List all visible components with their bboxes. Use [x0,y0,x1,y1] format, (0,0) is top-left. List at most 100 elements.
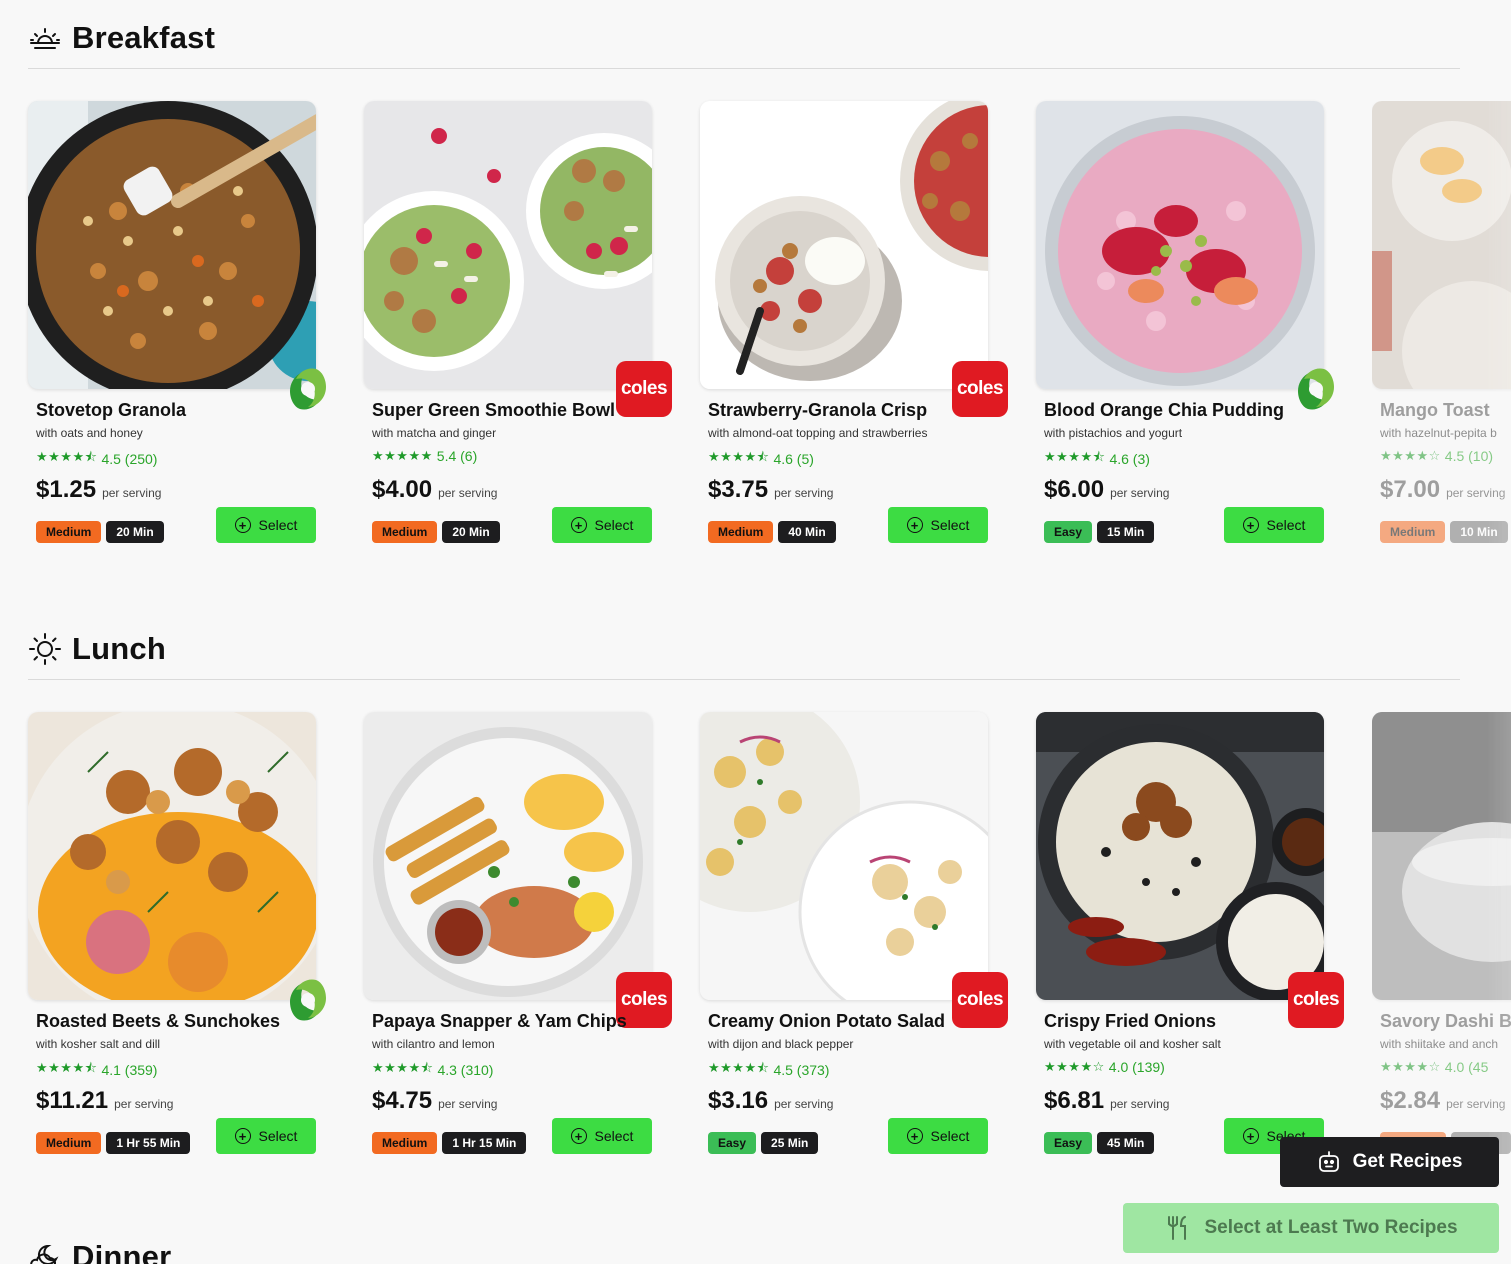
select-label: Select [594,1128,634,1144]
time-badge: 45 Min [1097,1132,1155,1154]
recipe-name[interactable]: Roasted Beets & Sunchokes [36,1011,280,1032]
select-button[interactable]: + Select [888,507,988,543]
recipe-subtitle: with vegetable oil and kosher salt [1044,1037,1221,1051]
plus-circle-icon: + [234,517,251,533]
rating-value: 4.3 (310) [437,1062,494,1078]
price-value: $4.00 [372,476,433,503]
recipe-price: $6.00 per serving [1044,476,1169,504]
recipe-rating: ★★★★☆ 4.5 (10) [1380,448,1493,464]
recipe-image [364,101,652,389]
recipe-card[interactable]: coles Papaya Snapper & Yam Chips with ci… [364,712,672,1172]
recipe-card[interactable]: Stovetop Granola with oats and honey ★★★… [28,101,326,561]
rating-value: 4.6 (3) [1109,451,1150,467]
sunrise-icon [30,28,60,49]
recipe-rating: ★★★★⯪ 4.5 (250) [36,448,157,470]
star-rating-icon: ★★★★⯪ [36,449,98,464]
recipe-image [28,101,316,389]
star-rating-icon: ★★★★☆ [1044,1059,1105,1074]
recipe-tags: Medium 10 Min [1380,521,1508,543]
recipe-name[interactable]: Stovetop Granola [36,400,186,421]
recipe-tags: Medium 1 Hr 55 Min [36,1132,191,1154]
recipe-card[interactable]: coles Creamy Onion Potato Salad with dij… [700,712,1008,1172]
recipe-card[interactable]: Savory Dashi B with shiitake and anch ★★… [1372,712,1511,1172]
recipe-card[interactable]: Mango Toast with hazelnut-pepita b ★★★★☆… [1372,101,1511,561]
recipe-subtitle: with shiitake and anch [1380,1037,1499,1051]
rating-value: 4.6 (5) [773,451,814,467]
recipe-price: $3.16 per serving [708,1087,833,1115]
fork-knife-icon [1168,1216,1187,1240]
recipe-price: $4.00 per serving [372,476,497,504]
meal-planner-page: Breakfast Stovetop Granola with oats and… [0,0,1511,1264]
recipe-tags: Medium 40 Min [708,521,836,543]
time-badge: 20 Min [442,521,500,543]
select-button[interactable]: + Select [216,1118,316,1154]
star-rating-icon: ★★★★⯪ [372,1060,434,1075]
price-value: $6.81 [1044,1087,1105,1114]
select-button[interactable]: + Select [1224,507,1324,543]
section-title: Dinner [72,1239,172,1264]
recipe-name[interactable]: Strawberry-Granola Crisp [708,400,927,421]
recipe-name[interactable]: Papaya Snapper & Yam Chips [372,1011,627,1032]
moon-cloud-icon [30,1244,59,1264]
recipe-image [1036,712,1324,1000]
per-serving-label: per serving [102,486,162,500]
section-title: Breakfast [72,20,216,55]
recipe-image [364,712,652,1000]
rating-value: 4.0 (45 [1444,1059,1489,1075]
plus-circle-icon: + [1242,1128,1259,1144]
difficulty-badge: Medium [372,1132,438,1154]
select-two-recipes-button[interactable]: Select at Least Two Recipes [1123,1203,1499,1253]
recipe-card[interactable]: coles Strawberry-Granola Crisp with almo… [700,101,1008,561]
plus-circle-icon: + [906,517,923,533]
plus-circle-icon: + [1242,517,1259,533]
star-rating-icon: ★★★★⯪ [36,1060,98,1075]
get-recipes-button[interactable]: Get Recipes [1280,1137,1499,1187]
difficulty-badge: Easy [708,1132,757,1154]
recipe-card[interactable]: coles Super Green Smoothie Bowl with mat… [364,101,672,561]
recipe-name[interactable]: Crispy Fried Onions [1044,1011,1216,1032]
section-divider [28,679,1460,680]
recipe-rating: ★★★★⯪ 4.1 (359) [36,1059,157,1081]
per-serving-label: per serving [774,486,834,500]
star-rating-icon: ★★★★★ [372,448,433,463]
robot-icon [1318,1151,1339,1172]
recipe-name[interactable]: Savory Dashi B [1380,1011,1511,1032]
recipe-card[interactable]: coles Crispy Fried Onions with vegetable… [1036,712,1344,1172]
recipe-name[interactable]: Creamy Onion Potato Salad [708,1011,945,1032]
per-serving-label: per serving [1446,486,1506,500]
select-button[interactable]: + Select [888,1118,988,1154]
section-divider [28,68,1460,69]
select-button[interactable]: + Select [552,1118,652,1154]
coles-logo-icon: coles [616,361,672,417]
sun-icon [29,633,61,665]
star-rating-icon: ★★★★☆ [1380,448,1441,463]
rating-value: 4.0 (139) [1108,1059,1165,1075]
recipe-subtitle: with pistachios and yogurt [1044,426,1183,440]
star-rating-icon: ★★★★⯪ [708,1060,770,1075]
recipe-name[interactable]: Super Green Smoothie Bowl [372,400,615,421]
section-header: Breakfast [28,18,1460,58]
time-badge: 20 Min [106,521,164,543]
select-label: Select [930,517,970,533]
difficulty-badge: Medium [708,521,774,543]
recipe-price: $3.75 per serving [708,476,833,504]
recipe-card[interactable]: Roasted Beets & Sunchokes with kosher sa… [28,712,326,1172]
recipe-subtitle: with almond-oat topping and strawberries [708,426,928,440]
difficulty-badge: Easy [1044,521,1093,543]
select-button[interactable]: + Select [216,507,316,543]
coles-logo-icon: coles [952,972,1008,1028]
difficulty-badge: Medium [372,521,438,543]
select-label: Select [594,517,634,533]
select-label: Select [258,517,298,533]
recipe-name[interactable]: Blood Orange Chia Pudding [1044,400,1284,421]
recipe-tags: Medium 20 Min [372,521,500,543]
select-button[interactable]: + Select [552,507,652,543]
recipe-price: $11.21 per serving [36,1087,173,1115]
recipe-name[interactable]: Mango Toast [1380,400,1490,421]
recipe-tags: Medium 1 Hr 15 Min [372,1132,527,1154]
price-value: $11.21 [36,1087,109,1114]
price-value: $3.16 [708,1087,769,1114]
star-rating-icon: ★★★★☆ [1380,1059,1441,1074]
recipe-card[interactable]: Blood Orange Chia Pudding with pistachio… [1036,101,1334,561]
recipe-rating: ★★★★⯪ 4.5 (373) [708,1059,829,1081]
